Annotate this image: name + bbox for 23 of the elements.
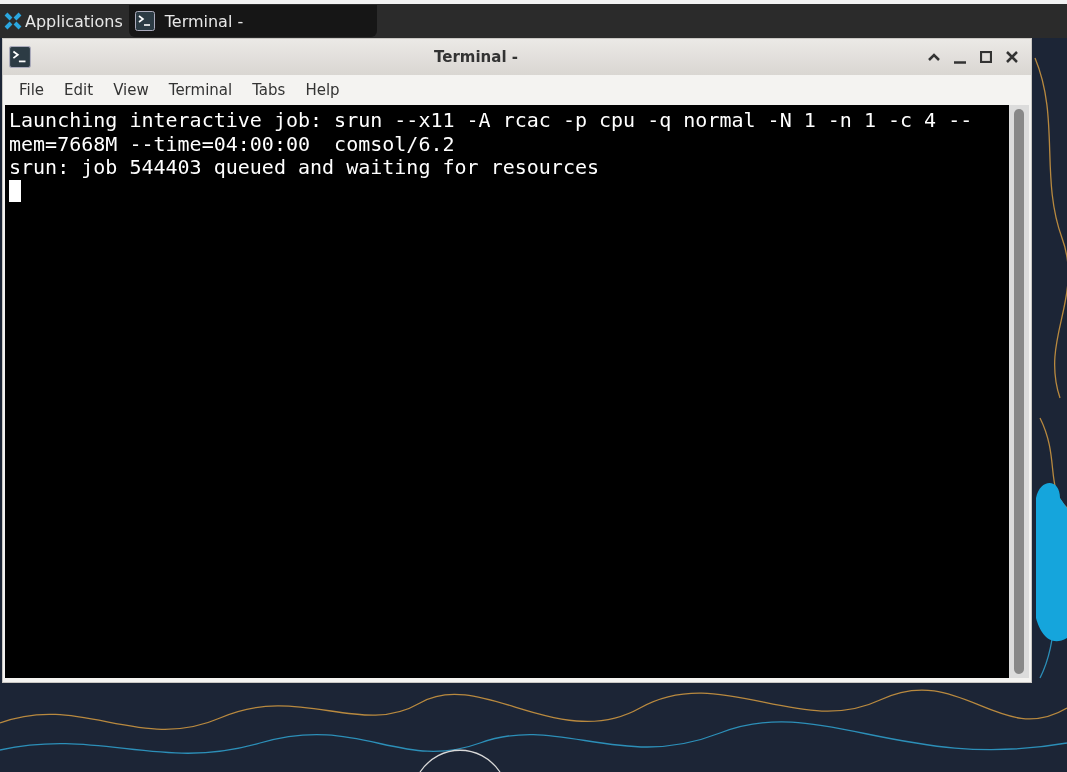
menu-item[interactable]: Terminal — [158, 81, 243, 99]
window-title: Terminal - — [433, 48, 519, 66]
close-icon — [1006, 51, 1018, 63]
terminal-output[interactable]: Launching interactive job: srun --x11 -A rcac -p cpu -q normal -N 1 -n 1 -c 4 -- mem=7668M --time=04:00:00 comsol/6.2 srun: job 544403 queued and waiting for resources — [5, 105, 1009, 678]
terminal-line: mem=7668M --time=04:00:00 comsol/6.2 — [9, 132, 455, 156]
taskbar-task[interactable]: Terminal - — [128, 5, 377, 37]
menu-item[interactable]: Edit — [54, 81, 104, 99]
scrollbar-thumb[interactable] — [1014, 109, 1024, 674]
maximize-icon — [980, 51, 992, 63]
menu-item[interactable]: Help — [295, 81, 350, 99]
menu-item[interactable]: File — [9, 81, 55, 99]
menu-item[interactable]: Tabs — [242, 81, 296, 99]
terminal-icon — [134, 11, 155, 31]
caret-icon — [928, 53, 940, 61]
terminal-icon — [9, 46, 31, 68]
logo-icon — [4, 12, 22, 30]
scrollbar[interactable] — [1009, 105, 1029, 678]
text-cursor — [9, 179, 21, 202]
applications-menu[interactable]: Applications — [4, 11, 123, 31]
minimize-icon — [954, 60, 966, 64]
terminal-line: Launching interactive job: srun --x11 -A rcac -p cpu -q normal -N 1 -n 1 -c 4 -- — [9, 109, 973, 133]
menu-item[interactable]: View — [103, 81, 159, 99]
terminal-line: srun: job 544403 queued and waiting for resources — [9, 156, 599, 180]
